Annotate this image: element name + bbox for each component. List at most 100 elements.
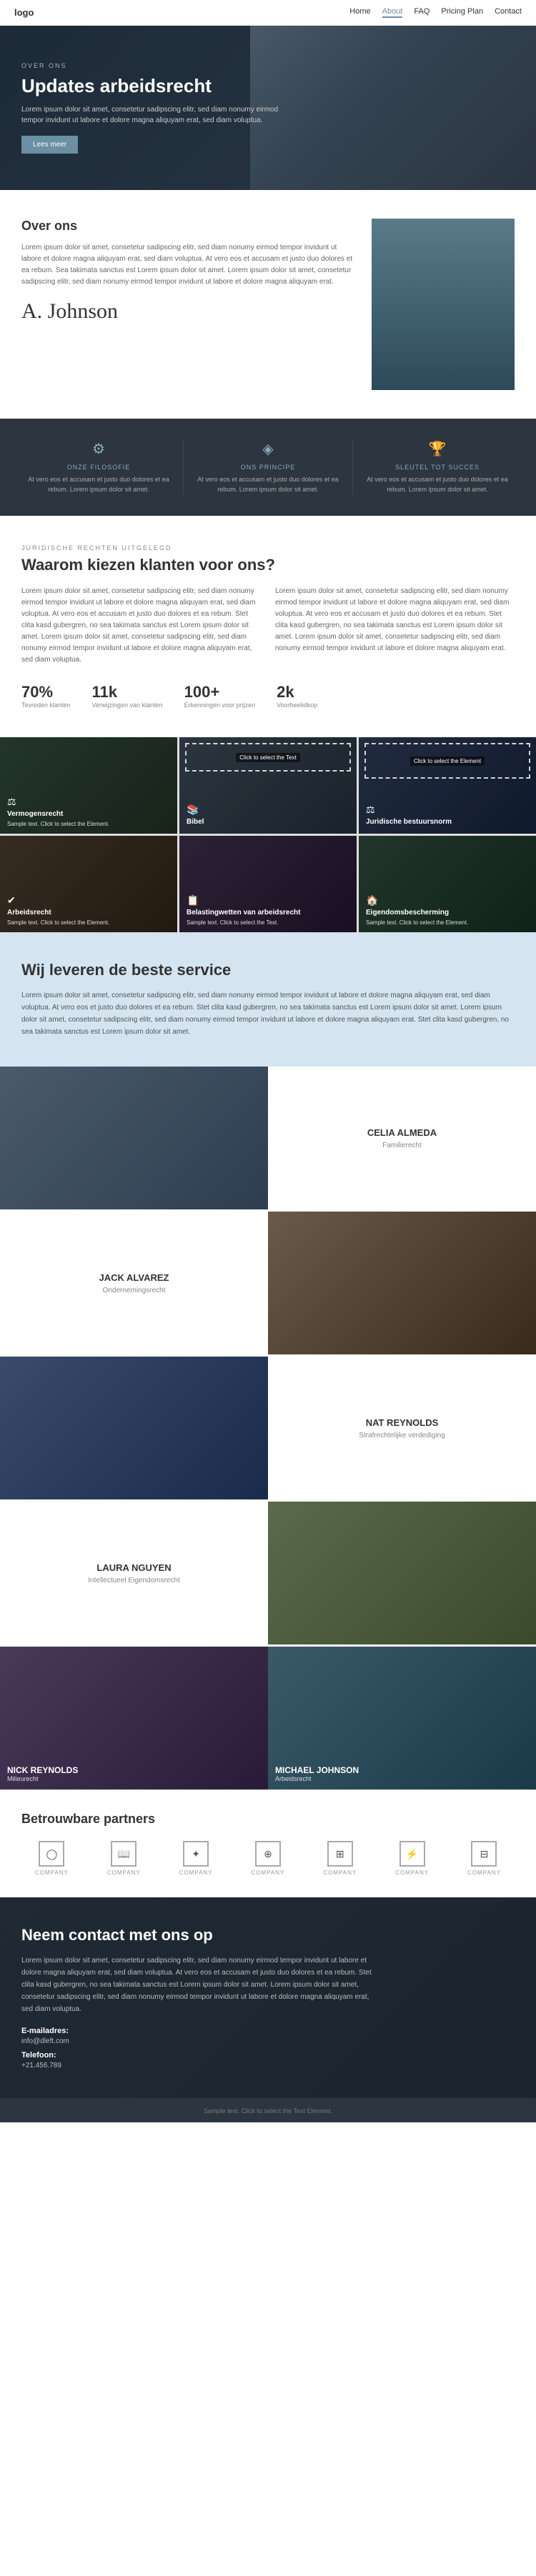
service-card-3[interactable]: Click to select the Element ⚖ Juridische… <box>359 737 536 834</box>
partners-row: ◯ COMPANY 📖 COMPANY ✦ COMPANY ⊕ COMPANY … <box>21 1841 515 1876</box>
team-name-1: CELIA ALMEDA <box>367 1127 437 1138</box>
team-row-3: NAT REYNOLDS Strafrechtelijke verdedigin… <box>0 1354 536 1499</box>
hero-over-label: OVER ONS <box>21 62 279 69</box>
stat-4: 2k Voorbeelidkop <box>277 683 317 709</box>
select-text-annotation-2[interactable]: Click to select the Text <box>185 743 351 772</box>
stat-num-3: 100+ <box>184 683 256 702</box>
partner-label-5: COMPANY <box>323 1869 357 1876</box>
team-row-1: CELIA ALMEDA Familierecht <box>0 1067 536 1209</box>
footer: Sample text. Click to select the Text El… <box>0 2098 536 2122</box>
about-image <box>372 219 515 390</box>
about-text: Lorem ipsum dolor sit amet, consetetur s… <box>21 242 357 288</box>
why-title: Waarom kiezen klanten voor ons? <box>21 556 515 574</box>
partner-6: ⚡ COMPANY <box>395 1841 429 1876</box>
why-sub-label: JURIDISCHE RECHTEN UITGELEGD <box>21 544 515 551</box>
service-card-4[interactable]: ✔ Arbeidsrecht Sample text. Click to sel… <box>0 836 177 932</box>
contact-title: Neem contact met ons op <box>21 1926 515 1945</box>
partner-label-1: COMPANY <box>35 1869 69 1876</box>
stat-2: 11k Verwijzingen van klanten <box>92 683 163 709</box>
strip-columns: ⚙ ONZE FILOSOFIE At vero eos et accusam … <box>14 440 522 494</box>
nav-contact[interactable]: Contact <box>495 7 522 18</box>
navigation: logo Home About FAQ Pricing Plan Contact <box>0 0 536 26</box>
team-name-2: JACK ALVAREZ <box>99 1272 169 1283</box>
card-icon-6: 🏠 <box>366 894 529 907</box>
select-element-annotation-3[interactable]: Click to select the Element <box>364 743 530 779</box>
team-name-overlay-6: MICHAEL JOHNSON Arbeidsrecht <box>275 1765 359 1782</box>
why-columns: Lorem ipsum dolor sit amet, consetetur s… <box>21 586 515 666</box>
contact-info: E-mailadres: info@dleft.com Telefoon: +2… <box>21 2027 515 2070</box>
card-text-6: Sample text. Click to select the Element… <box>366 919 529 927</box>
partner-label-4: COMPANY <box>252 1869 285 1876</box>
select-text-label: Click to select the Text <box>236 753 299 762</box>
partner-icon-6: ⚡ <box>399 1841 425 1867</box>
partner-2: 📖 COMPANY <box>107 1841 141 1876</box>
select-element-label: Click to select the Element <box>410 757 485 766</box>
team-row-5: NICK REYNOLDS Milieurecht MICHAEL JOHNSO… <box>0 1644 536 1789</box>
partner-icon-4: ⊕ <box>255 1841 281 1867</box>
card-title-4: Arbeidsrecht <box>7 909 170 917</box>
team-img-left-5: NICK REYNOLDS Milieurecht <box>0 1647 268 1789</box>
hero-button[interactable]: Lees meer <box>21 136 78 154</box>
partner-icon-5: ⊞ <box>327 1841 353 1867</box>
stat-label-2: Verwijzingen van klanten <box>92 702 163 709</box>
team-img-left-1 <box>0 1067 268 1209</box>
strip-col-3: 🏆 SLEUTEL TOT SUCCES At vero eos et accu… <box>353 440 522 494</box>
stat-num-2: 11k <box>92 683 163 702</box>
team-role-6: Arbeidsrecht <box>275 1775 359 1782</box>
partner-1: ◯ COMPANY <box>35 1841 69 1876</box>
dark-strip: ⚙ ONZE FILOSOFIE At vero eos et accusam … <box>0 419 536 516</box>
service-card-6[interactable]: 🏠 Eigendomsbescherming Sample text. Clic… <box>359 836 536 932</box>
card-content-2: 📚 Bibel <box>179 798 357 834</box>
stat-label-4: Voorbeelidkop <box>277 702 317 709</box>
partner-5: ⊞ COMPANY <box>323 1841 357 1876</box>
team-row-2: JACK ALVAREZ Ondernemingsrecht <box>0 1209 536 1354</box>
card-title-2: Bibel <box>187 818 349 826</box>
strip-icon-1: ⚙ <box>26 440 172 458</box>
team-role-5: Milieurecht <box>7 1775 78 1782</box>
stat-3: 100+ Erkenningen voor prijzen <box>184 683 256 709</box>
contact-phone: +21.456.789 <box>21 2062 515 2070</box>
team-role-2: Ondernemingsrecht <box>103 1287 166 1294</box>
partner-icon-7: ⊟ <box>471 1841 497 1867</box>
why-col1: Lorem ipsum dolor sit amet, consetetur s… <box>21 586 261 666</box>
stat-1: 70% Tevreden klanten <box>21 683 71 709</box>
strip-label-1: ONZE FILOSOFIE <box>26 464 172 471</box>
service-card-5[interactable]: 📋 Belastingwetten van arbeidsrecht Sampl… <box>179 836 357 932</box>
about-left: Over ons Lorem ipsum dolor sit amet, con… <box>21 219 357 324</box>
blue-service-section: Wij leveren de beste service Lorem ipsum… <box>0 932 536 1067</box>
stat-num-1: 70% <box>21 683 71 702</box>
partner-icon-2: 📖 <box>111 1841 137 1867</box>
strip-icon-3: 🏆 <box>364 440 510 458</box>
service-card-2[interactable]: Click to select the Text 📚 Bibel <box>179 737 357 834</box>
partner-label-6: COMPANY <box>395 1869 429 1876</box>
nav-pricing[interactable]: Pricing Plan <box>441 7 483 18</box>
team-row-4: LAURA NGUYEN Intellectueel Eigendomsrech… <box>0 1499 536 1644</box>
card-content-4: ✔ Arbeidsrecht Sample text. Click to sel… <box>0 889 177 932</box>
card-icon-3: ⚖ <box>366 804 529 816</box>
strip-icon-2: ◈ <box>195 440 341 458</box>
nav-faq[interactable]: FAQ <box>414 7 430 18</box>
strip-label-3: SLEUTEL TOT SUCCES <box>364 464 510 471</box>
card-text-1: Sample text. Click to select the Element… <box>7 820 170 828</box>
about-title: Over ons <box>21 219 357 234</box>
blue-title: Wij leveren de beste service <box>21 961 515 979</box>
card-title-6: Eigendomsbescherming <box>366 909 529 917</box>
team-name-3: NAT REYNOLDS <box>366 1417 439 1428</box>
card-title-5: Belastingwetten van arbeidsrecht <box>187 909 349 917</box>
contact-email: info@dleft.com <box>21 2037 515 2045</box>
strip-col-1: ⚙ ONZE FILOSOFIE At vero eos et accusam … <box>14 440 184 494</box>
hero-text: Lorem ipsum dolor sit amet, consetetur s… <box>21 104 279 126</box>
card-text-4: Sample text. Click to select the Element… <box>7 919 170 927</box>
stat-num-4: 2k <box>277 683 317 702</box>
services-grid-section: ⚖ Vermogensrecht Sample text. Click to s… <box>0 737 536 932</box>
service-card-1[interactable]: ⚖ Vermogensrecht Sample text. Click to s… <box>0 737 177 834</box>
team-name-6: MICHAEL JOHNSON <box>275 1765 359 1775</box>
partner-4: ⊕ COMPANY <box>252 1841 285 1876</box>
card-title-1: Vermogensrecht <box>7 810 170 818</box>
team-img-center-3 <box>0 1357 268 1499</box>
partner-3: ✦ COMPANY <box>179 1841 213 1876</box>
team-img-right-2 <box>268 1212 536 1354</box>
nav-about[interactable]: About <box>382 7 403 18</box>
nav-home[interactable]: Home <box>349 7 370 18</box>
team-info-3: NAT REYNOLDS Strafrechtelijke verdedigin… <box>268 1357 536 1499</box>
